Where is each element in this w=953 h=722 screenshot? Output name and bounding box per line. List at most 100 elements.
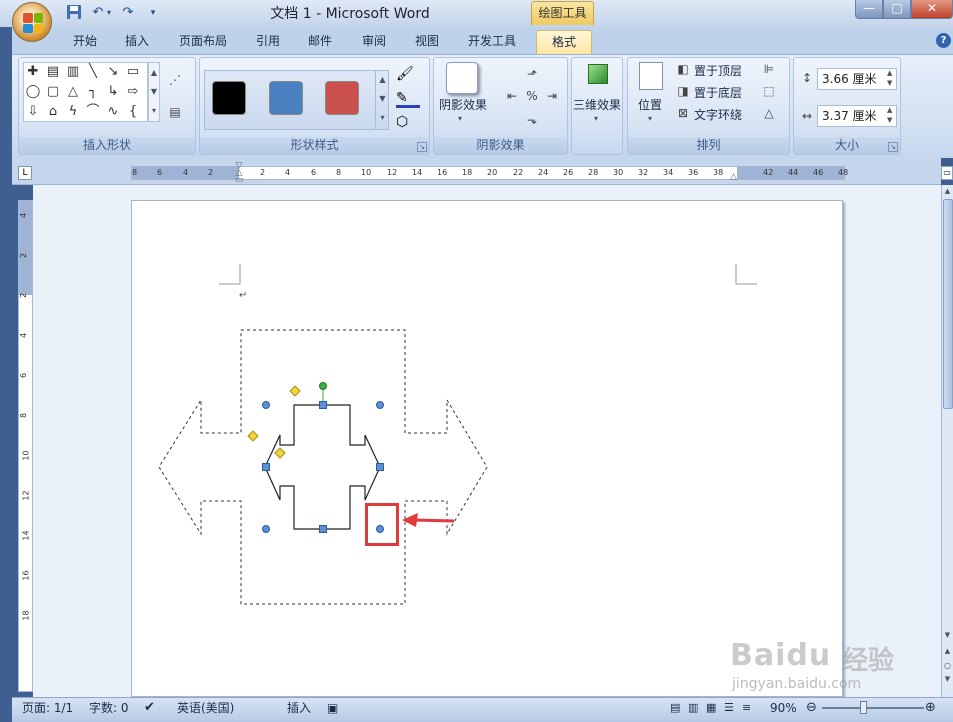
lightning-shape-icon[interactable]: ϟ bbox=[65, 104, 81, 119]
tab-mailings[interactable]: 邮件 bbox=[297, 30, 343, 54]
vertical-ruler[interactable]: 4 2 2 4 6 8 10 12 14 16 18 bbox=[18, 200, 33, 692]
status-words[interactable]: 字数: 0 bbox=[89, 697, 129, 719]
indent-marker-icon[interactable]: ▽ △ ▭ bbox=[234, 162, 244, 185]
status-language[interactable]: 英语(美国) bbox=[177, 697, 234, 719]
select-browse-object-icon[interactable]: ○ bbox=[943, 661, 952, 671]
shadow-effect-icon[interactable] bbox=[446, 62, 478, 94]
shape-gallery-scroll[interactable]: ▲ ▼ ▾ bbox=[148, 62, 160, 122]
next-page-icon[interactable]: ▼ bbox=[943, 675, 952, 685]
tab-stop-selector[interactable]: L bbox=[18, 166, 32, 180]
group-objects-icon[interactable]: ⬚ bbox=[761, 83, 777, 99]
zoom-out-icon[interactable]: ⊖ bbox=[806, 697, 817, 719]
right-indent-marker-icon[interactable]: △ bbox=[730, 172, 737, 182]
textbox-shape-icon[interactable]: ▤ bbox=[45, 64, 61, 79]
scroll-up-icon[interactable]: ▲ bbox=[943, 187, 952, 197]
align-icon[interactable]: ⊫ bbox=[761, 61, 777, 77]
zoom-slider-track[interactable] bbox=[822, 707, 924, 709]
3d-effects-icon[interactable] bbox=[588, 64, 608, 84]
tab-review[interactable]: 审阅 bbox=[351, 30, 397, 54]
redo-icon[interactable]: ↷ bbox=[118, 4, 138, 22]
send-to-back-icon[interactable]: ◨ bbox=[675, 83, 691, 99]
outline-view-icon[interactable]: ☰ bbox=[724, 697, 734, 719]
right-arrow-shape-icon[interactable]: ⇨ bbox=[125, 84, 141, 99]
nudge-up-icon[interactable]: ⬏ bbox=[524, 66, 540, 82]
prev-page-icon[interactable]: ▲ bbox=[943, 647, 952, 657]
resize-handle-corner[interactable] bbox=[262, 401, 270, 409]
rounded-rect-shape-icon[interactable]: ▢ bbox=[45, 84, 61, 99]
shape-height-input[interactable]: 3.66 厘米 bbox=[817, 68, 897, 90]
zoom-slider-thumb[interactable] bbox=[860, 701, 867, 714]
brace-shape-icon[interactable]: { bbox=[125, 104, 141, 119]
shadow-effects-button[interactable]: 阴影效果 bbox=[439, 96, 487, 113]
resize-handle-left[interactable] bbox=[262, 463, 270, 471]
edit-shape-icon[interactable]: ⋰ bbox=[167, 72, 183, 88]
rectangle-shape-icon[interactable]: ▭ bbox=[125, 64, 141, 79]
vertical-textbox-shape-icon[interactable]: ▥ bbox=[65, 64, 81, 79]
rotation-handle[interactable] bbox=[319, 382, 327, 390]
tab-view[interactable]: 视图 bbox=[404, 30, 450, 54]
style-swatch-black[interactable] bbox=[212, 81, 246, 115]
status-page[interactable]: 页面: 1/1 bbox=[22, 697, 73, 719]
proofing-icon[interactable]: ✔ bbox=[144, 697, 155, 719]
help-icon[interactable]: ? bbox=[936, 33, 951, 48]
zoom-in-icon[interactable]: ⊕ bbox=[925, 697, 936, 719]
width-spinner-icon[interactable]: ▲ ▼ bbox=[887, 105, 892, 125]
arrow-line-shape-icon[interactable]: ↘ bbox=[105, 64, 121, 79]
style-swatch-blue[interactable] bbox=[269, 81, 303, 115]
bring-to-front-button[interactable]: 置于顶层 bbox=[694, 62, 742, 79]
maximize-button[interactable]: □ bbox=[883, 0, 911, 19]
resize-handle-bottom[interactable] bbox=[319, 525, 327, 533]
style-gallery-scroll[interactable]: ▲ ▼ ▾ bbox=[375, 70, 389, 130]
scroll-down-icon[interactable]: ▼ bbox=[943, 631, 952, 641]
vertical-scrollbar[interactable]: ▲ ▼ ▲ ○ ▼ bbox=[941, 185, 953, 697]
resize-handle-corner[interactable] bbox=[262, 525, 270, 533]
chevron-down-icon[interactable]: ▾ bbox=[458, 114, 462, 123]
position-icon[interactable] bbox=[639, 62, 663, 90]
text-wrap-button[interactable]: 文字环绕 bbox=[694, 106, 742, 123]
save-icon[interactable] bbox=[64, 4, 84, 22]
nudge-right-icon[interactable]: ⇥ bbox=[544, 88, 560, 104]
office-button[interactable] bbox=[12, 2, 52, 42]
elbow-connector-shape-icon[interactable]: ┐ bbox=[85, 84, 101, 99]
nudge-down-icon[interactable]: ⬎ bbox=[524, 112, 540, 128]
fill-color-icon[interactable]: 🖌 bbox=[396, 64, 420, 84]
shape-width-input[interactable]: 3.37 厘米 bbox=[817, 105, 897, 127]
line-color-icon[interactable]: ✎ bbox=[396, 88, 420, 108]
resize-handle-top[interactable] bbox=[319, 401, 327, 409]
change-shape-icon[interactable]: ⬡ bbox=[396, 112, 420, 132]
resize-handle-right[interactable] bbox=[376, 463, 384, 471]
arc-shape-icon[interactable]: ⌒ bbox=[85, 104, 101, 119]
macro-record-icon[interactable]: ▣ bbox=[327, 697, 338, 719]
3d-effects-button[interactable]: 三维效果 bbox=[573, 96, 621, 113]
scroll-thumb[interactable] bbox=[943, 199, 953, 409]
flowchart-shape-icon[interactable]: ⌂ bbox=[45, 104, 61, 119]
tab-home[interactable]: 开始 bbox=[62, 30, 108, 54]
tab-references[interactable]: 引用 bbox=[245, 30, 291, 54]
chevron-down-icon[interactable]: ▾ bbox=[594, 114, 598, 123]
view-ruler-icon[interactable]: ▭ bbox=[941, 166, 953, 180]
status-zoom[interactable]: 90% bbox=[770, 697, 797, 719]
dialog-launcher-icon[interactable]: ↘ bbox=[417, 142, 427, 152]
tab-format[interactable]: 格式 bbox=[536, 30, 592, 54]
tab-developer[interactable]: 开发工具 bbox=[459, 30, 525, 54]
print-layout-view-icon[interactable]: ▤ bbox=[670, 697, 680, 719]
oval-shape-icon[interactable]: ◯ bbox=[25, 84, 41, 99]
cross-shape-icon[interactable]: ✚ bbox=[25, 64, 41, 79]
triangle-shape-icon[interactable]: △ bbox=[65, 84, 81, 99]
draft-view-icon[interactable]: ≡ bbox=[742, 697, 751, 719]
shadow-toggle-icon[interactable]: % bbox=[524, 88, 540, 104]
undo-dropdown-icon[interactable]: ▾ bbox=[104, 4, 114, 22]
line-shape-icon[interactable]: ╲ bbox=[85, 64, 101, 79]
send-to-back-button[interactable]: 置于底层 bbox=[694, 84, 742, 101]
web-layout-icon[interactable]: ▦ bbox=[706, 697, 716, 719]
height-spinner-icon[interactable]: ▲ ▼ bbox=[887, 68, 892, 88]
nudge-left-icon[interactable]: ⇤ bbox=[504, 88, 520, 104]
add-text-icon[interactable]: ▤ bbox=[167, 104, 183, 120]
freeform-shape-icon[interactable]: ∿ bbox=[105, 104, 121, 119]
full-screen-reading-icon[interactable]: ▥ bbox=[688, 697, 698, 719]
elbow-arrow-shape-icon[interactable]: ↳ bbox=[105, 84, 121, 99]
text-wrap-icon[interactable]: ⊠ bbox=[675, 105, 691, 121]
chevron-down-icon[interactable]: ▾ bbox=[648, 114, 652, 123]
dialog-launcher-icon[interactable]: ↘ bbox=[888, 142, 898, 152]
rotate-icon[interactable]: △ bbox=[761, 105, 777, 121]
